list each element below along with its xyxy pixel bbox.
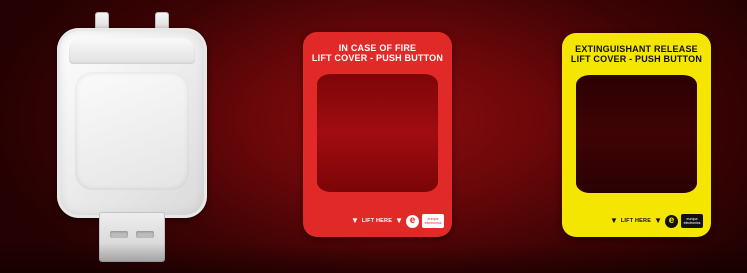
brand-line-2: electronics bbox=[424, 221, 442, 225]
lift-here-text: LIFT HERE bbox=[620, 218, 652, 224]
brand-line-2: electronics bbox=[683, 221, 701, 225]
down-triangle-icon: ▼ bbox=[350, 216, 359, 225]
lift-here-text: LIFT HERE bbox=[361, 218, 393, 224]
extinguishant-label-footer: ▼ LIFT HERE ▼ e europa electronics bbox=[610, 213, 703, 229]
tab-slot-right bbox=[136, 231, 154, 238]
extinguishant-label-instruction: LIFT COVER - PUSH BUTTON bbox=[570, 54, 703, 64]
cover-body bbox=[57, 28, 207, 218]
cover-window-panel bbox=[75, 72, 189, 190]
e-logo-icon: e bbox=[665, 214, 678, 228]
tab-slot-left bbox=[110, 231, 128, 238]
clear-protective-cover bbox=[55, 12, 210, 262]
fire-label-plate: IN CASE OF FIRE LIFT COVER - PUSH BUTTON… bbox=[303, 32, 452, 237]
e-logo-icon: e bbox=[406, 214, 419, 228]
fire-label-instruction: LIFT COVER - PUSH BUTTON bbox=[311, 53, 444, 63]
cover-lift-tab bbox=[99, 212, 165, 262]
extinguishant-label-window bbox=[576, 75, 697, 193]
fire-label-title: IN CASE OF FIRE bbox=[338, 43, 417, 53]
fire-label-footer: ▼ LIFT HERE ▼ e europa electronics bbox=[351, 213, 444, 229]
product-photo-background: IN CASE OF FIRE LIFT COVER - PUSH BUTTON… bbox=[0, 0, 747, 273]
down-triangle-icon: ▼ bbox=[395, 216, 403, 225]
fire-label-window bbox=[317, 74, 438, 192]
extinguishant-label-title: EXTINGUISHANT RELEASE bbox=[575, 44, 698, 54]
down-triangle-icon: ▼ bbox=[609, 216, 618, 225]
brand-logo: europa electronics bbox=[422, 214, 444, 228]
brand-logo: europa electronics bbox=[681, 214, 703, 228]
down-triangle-icon: ▼ bbox=[654, 216, 662, 225]
extinguishant-label-plate: EXTINGUISHANT RELEASE LIFT COVER - PUSH … bbox=[562, 33, 711, 237]
cover-top-ridge bbox=[69, 38, 195, 64]
